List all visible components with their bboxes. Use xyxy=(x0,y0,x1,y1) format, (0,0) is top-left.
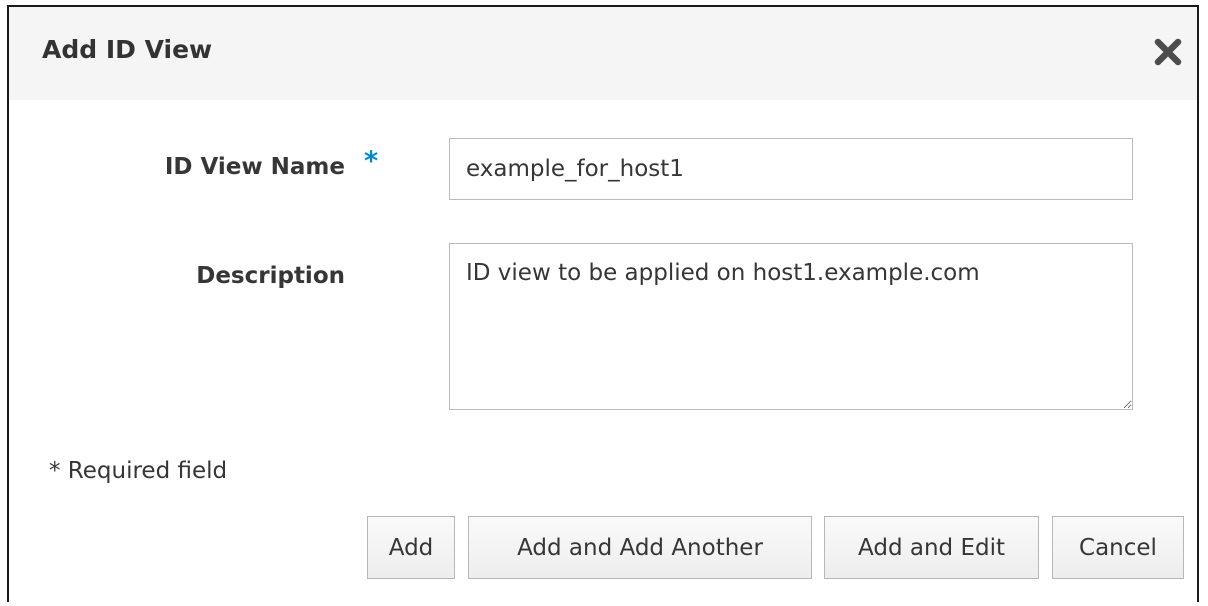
dialog-header: Add ID View xyxy=(9,7,1197,100)
close-icon xyxy=(1154,38,1182,66)
required-field-note: * Required field xyxy=(49,458,228,484)
add-button[interactable]: Add xyxy=(367,516,455,579)
cancel-button[interactable]: Cancel xyxy=(1052,516,1184,579)
description-label: Description xyxy=(196,263,345,289)
close-button[interactable] xyxy=(1153,37,1183,67)
required-indicator: * xyxy=(364,146,379,177)
dialog-title: Add ID View xyxy=(42,35,213,64)
id-view-name-label: ID View Name xyxy=(164,154,345,180)
add-and-add-another-button[interactable]: Add and Add Another xyxy=(468,516,812,579)
description-textarea[interactable]: ID view to be applied on host1.example.c… xyxy=(449,243,1133,410)
add-id-view-dialog: Add ID View ID View Name * Description I… xyxy=(7,5,1199,602)
id-view-name-input[interactable] xyxy=(449,138,1133,200)
add-and-edit-button[interactable]: Add and Edit xyxy=(824,516,1039,579)
